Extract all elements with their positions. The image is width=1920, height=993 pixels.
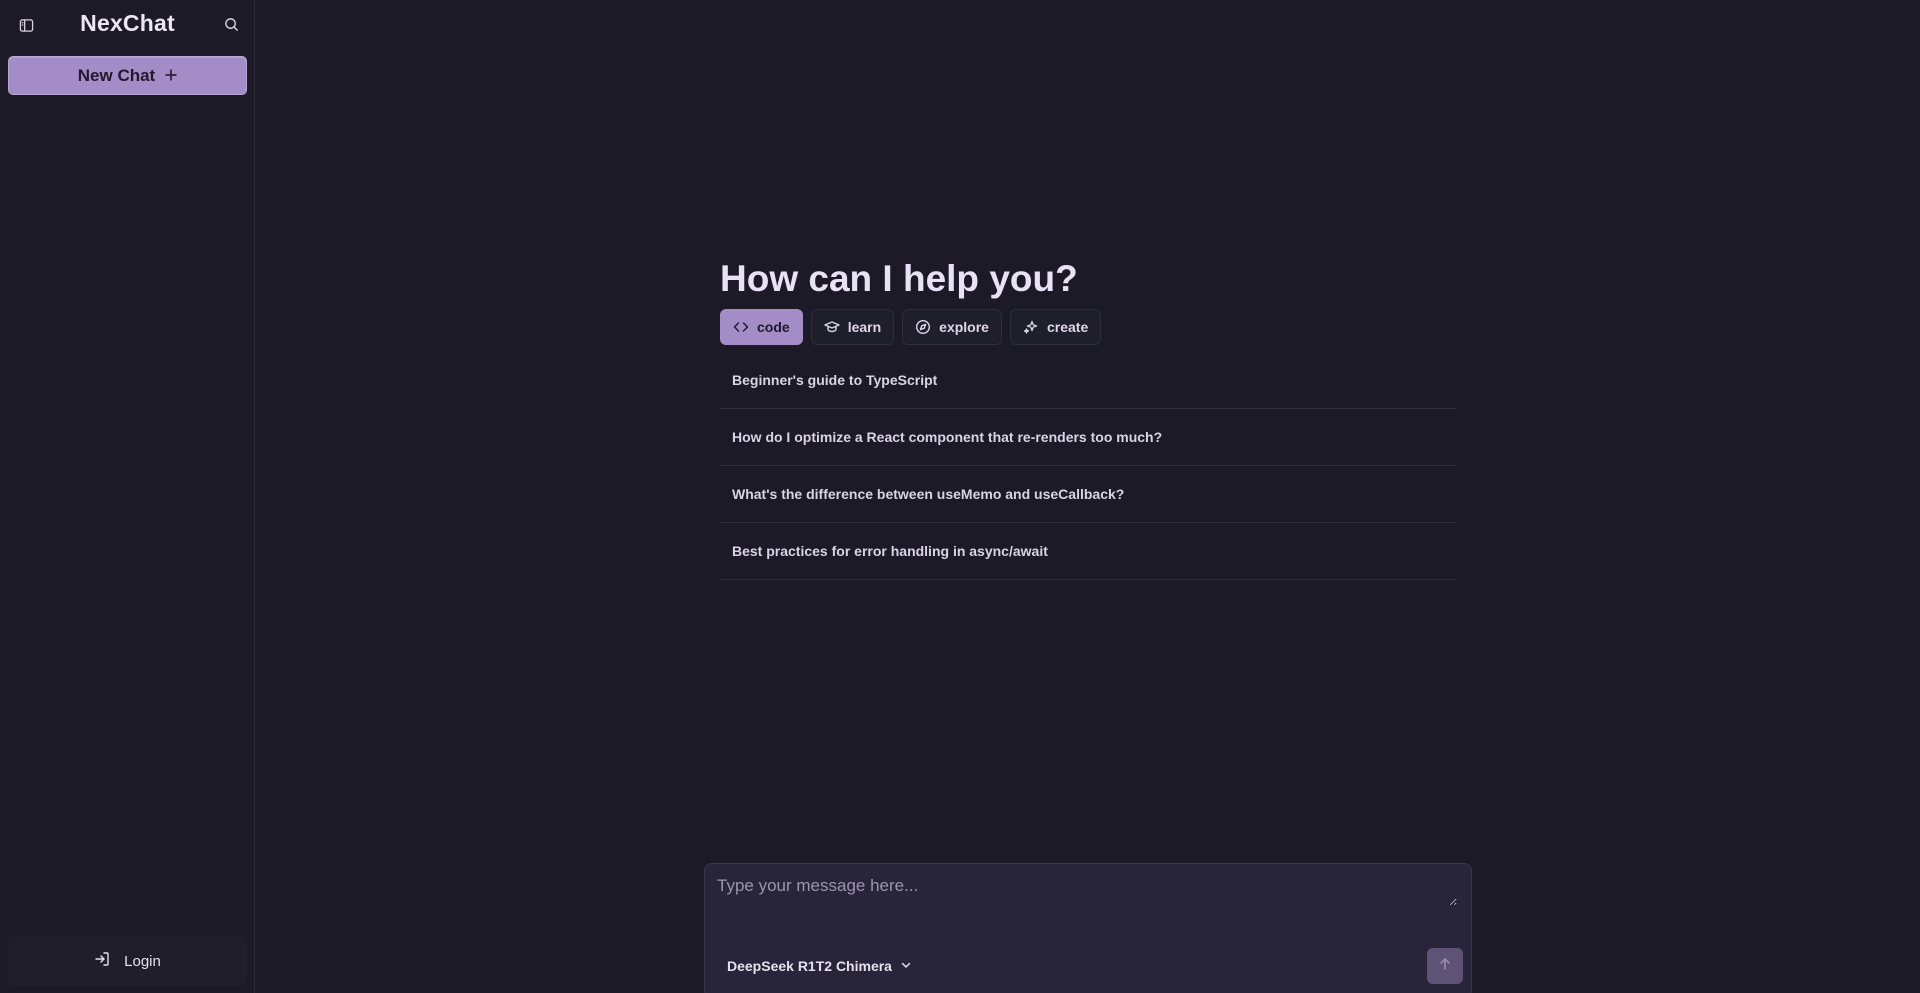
sparkles-icon: [1023, 319, 1039, 335]
tab-code-label: code: [757, 319, 790, 335]
app-root: NexChat New Chat Login How can I help yo…: [0, 0, 1920, 993]
sidebar: NexChat New Chat Login: [0, 0, 255, 993]
model-selector[interactable]: DeepSeek R1T2 Chimera: [719, 952, 920, 980]
suggestion-item[interactable]: What's the difference between useMemo an…: [720, 466, 1456, 523]
plus-icon: [165, 66, 177, 86]
category-tabs: code learn explore create: [720, 309, 1102, 345]
page-title: How can I help you?: [720, 258, 1078, 299]
tab-learn[interactable]: learn: [810, 309, 895, 345]
code-icon: [733, 319, 749, 335]
send-button[interactable]: [1427, 948, 1463, 984]
message-input[interactable]: [717, 876, 1457, 906]
tab-explore-label: explore: [939, 319, 989, 335]
sidebar-header: NexChat: [0, 0, 255, 48]
tab-code[interactable]: code: [720, 309, 803, 345]
suggestion-item[interactable]: Best practices for error handling in asy…: [720, 523, 1456, 580]
tab-explore[interactable]: explore: [902, 309, 1002, 345]
model-label: DeepSeek R1T2 Chimera: [727, 958, 892, 974]
app-title: NexChat: [80, 10, 175, 36]
new-chat-label: New Chat: [77, 65, 156, 85]
arrow-up-icon: [1438, 957, 1452, 976]
tab-create[interactable]: create: [1009, 309, 1102, 345]
login-button[interactable]: Login: [8, 936, 247, 986]
compass-icon: [915, 319, 931, 335]
suggestion-item[interactable]: Beginner's guide to TypeScript: [720, 352, 1456, 409]
search-icon[interactable]: [221, 14, 241, 34]
new-chat-button[interactable]: New Chat: [8, 56, 247, 95]
tab-create-label: create: [1046, 319, 1089, 335]
tab-learn-label: learn: [847, 319, 882, 335]
suggestion-item[interactable]: How do I optimize a React component that…: [720, 409, 1456, 466]
chevron-down-icon: [900, 958, 912, 974]
suggestion-list: Beginner's guide to TypeScript How do I …: [720, 352, 1456, 580]
login-icon: [94, 951, 110, 971]
message-composer: DeepSeek R1T2 Chimera: [704, 863, 1472, 993]
login-label: Login: [124, 952, 161, 970]
graduation-cap-icon: [823, 319, 840, 335]
